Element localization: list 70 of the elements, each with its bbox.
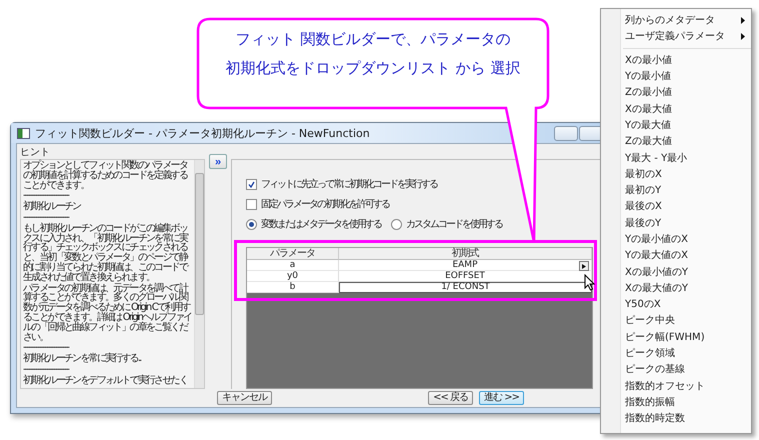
column-header: 初期式: [339, 248, 592, 260]
caret-icon: [582, 264, 586, 268]
menu-item[interactable]: 指数的オフセット: [601, 378, 751, 394]
menu-item[interactable]: Xの最大値のY: [601, 280, 751, 296]
table-cell: b: [247, 282, 339, 293]
menu-item[interactable]: ピーク幅(FWHM): [601, 328, 751, 345]
radio-label: 変数またはメタデータを使用する: [261, 218, 381, 231]
hint-text: もし初期化ルーチンのコードがこの編集ボックスに入力され、「初期化ルーチンを常に実行する」チェックボックスにチェックされると、当初「変数とパラメータ」のページで静的に割り当てられた初期値は、このコードで生成された値で置き換えられます。: [23, 224, 189, 283]
menu-item[interactable]: 指数的時定数: [601, 410, 751, 426]
minimize-button[interactable]: [554, 126, 578, 140]
menu-item[interactable]: Xの最小値: [601, 52, 751, 68]
hint-text: パラメータの初期値は、元データを調べて計算することができます。多くのグローバル関数が元データを調べるために Origin Cで利用することができます。詳細は Originヘルプファイルの「回帰と曲線フィット」の章をご覧ください。: [23, 284, 192, 342]
menu-item[interactable]: ピークの基線: [601, 361, 751, 378]
hint-text: -------------------------: [23, 364, 70, 375]
menu-item[interactable]: Xの最大値: [601, 100, 751, 117]
menu-item[interactable]: 最初のX: [601, 166, 751, 182]
menu-item[interactable]: Zの最小値: [601, 84, 751, 100]
checkbox[interactable]: [246, 178, 257, 190]
hint-text: 初期化ルーチンをデフォルトで実行させたく: [23, 376, 188, 386]
menu-item[interactable]: ピーク領域: [601, 344, 751, 362]
menu-item[interactable]: 最初のY: [601, 182, 751, 198]
table-cell: a: [247, 260, 339, 271]
menu-item[interactable]: Yの最小値: [601, 68, 751, 84]
menu-item[interactable]: Yの最大値: [601, 116, 751, 134]
table-cell: y0: [247, 271, 339, 282]
dropdown-button[interactable]: [579, 261, 589, 271]
hint-text: オプションとしてフィット関数のパラメータの初期値を計算するためのコードを定義することができます。: [23, 161, 189, 190]
hint-label: ヒント: [20, 147, 50, 159]
app-icon: [17, 128, 30, 138]
menu-item[interactable]: Yの最大値のX: [601, 247, 751, 264]
menu-item[interactable]: 最後のX: [601, 198, 751, 215]
menu-item[interactable]: Y50のX: [601, 296, 751, 312]
hint-text: 初期化ルーチン: [23, 202, 82, 212]
radio-label: カスタムコードを使用する: [406, 218, 502, 231]
dialog-button[interactable]: << 戻る: [428, 391, 474, 405]
hint-text: -------------------------: [23, 191, 70, 202]
radio-button[interactable]: [391, 218, 402, 230]
callout-text: フィット 関数ビルダーで、パラメータの: [236, 30, 510, 49]
option-checkbox[interactable]: フィットに先立って常に初期化コードを実行する: [246, 178, 600, 190]
callout-text: 初期化式をドロップダウンリスト から 選択: [226, 59, 520, 78]
menu-item[interactable]: 指数的振幅: [601, 394, 751, 410]
dialog-button[interactable]: 進む >>: [479, 391, 524, 405]
radio-option[interactable]: 変数またはメタデータを使用する: [246, 218, 381, 230]
option-label: 固定パラメータの初期化を許可する: [261, 198, 389, 211]
menu-item[interactable]: ピーク中央: [601, 312, 751, 329]
menu-label: 列からのメタデータ: [625, 14, 715, 28]
menu-item[interactable]: Yの最小値のX: [601, 230, 751, 248]
hint-text: 初期化ルーチンを常に実行する..: [23, 354, 142, 364]
menu-item[interactable]: Xの最小値のY: [601, 263, 751, 280]
expand-button[interactable]: »: [209, 154, 227, 169]
dialog-button[interactable]: キャンセル: [217, 391, 272, 405]
table-cell: EAMP: [339, 260, 592, 271]
submenu-item[interactable]: ユーザ定義パラメータ: [601, 28, 751, 45]
hint-text: -------------------------: [23, 212, 70, 223]
checkbox[interactable]: [246, 198, 257, 210]
hint-text: -------------------------: [23, 343, 70, 354]
submenu-arrow-icon: [741, 16, 745, 24]
menu-item[interactable]: 最後のY: [601, 214, 751, 231]
radio-option[interactable]: カスタムコードを使用する: [391, 218, 502, 230]
submenu-item[interactable]: 列からのメタデータ: [601, 12, 751, 28]
column-header: パラメータ: [247, 248, 339, 260]
radio-button[interactable]: [246, 218, 257, 230]
window-title: フィット関数ビルダー - パラメータ初期化ルーチン - NewFunction: [35, 126, 370, 140]
scrollbar[interactable]: [194, 160, 204, 388]
menu-item[interactable]: Y最大 - Y最小: [601, 149, 751, 166]
menu-item[interactable]: Zの最大値: [601, 133, 751, 150]
submenu-arrow-icon: [741, 32, 745, 40]
option-label: フィットに先立って常に初期化コードを実行する: [261, 178, 437, 191]
menu-label: ユーザ定義パラメータ: [625, 30, 725, 44]
option-checkbox[interactable]: 固定パラメータの初期化を許可する: [246, 198, 600, 210]
